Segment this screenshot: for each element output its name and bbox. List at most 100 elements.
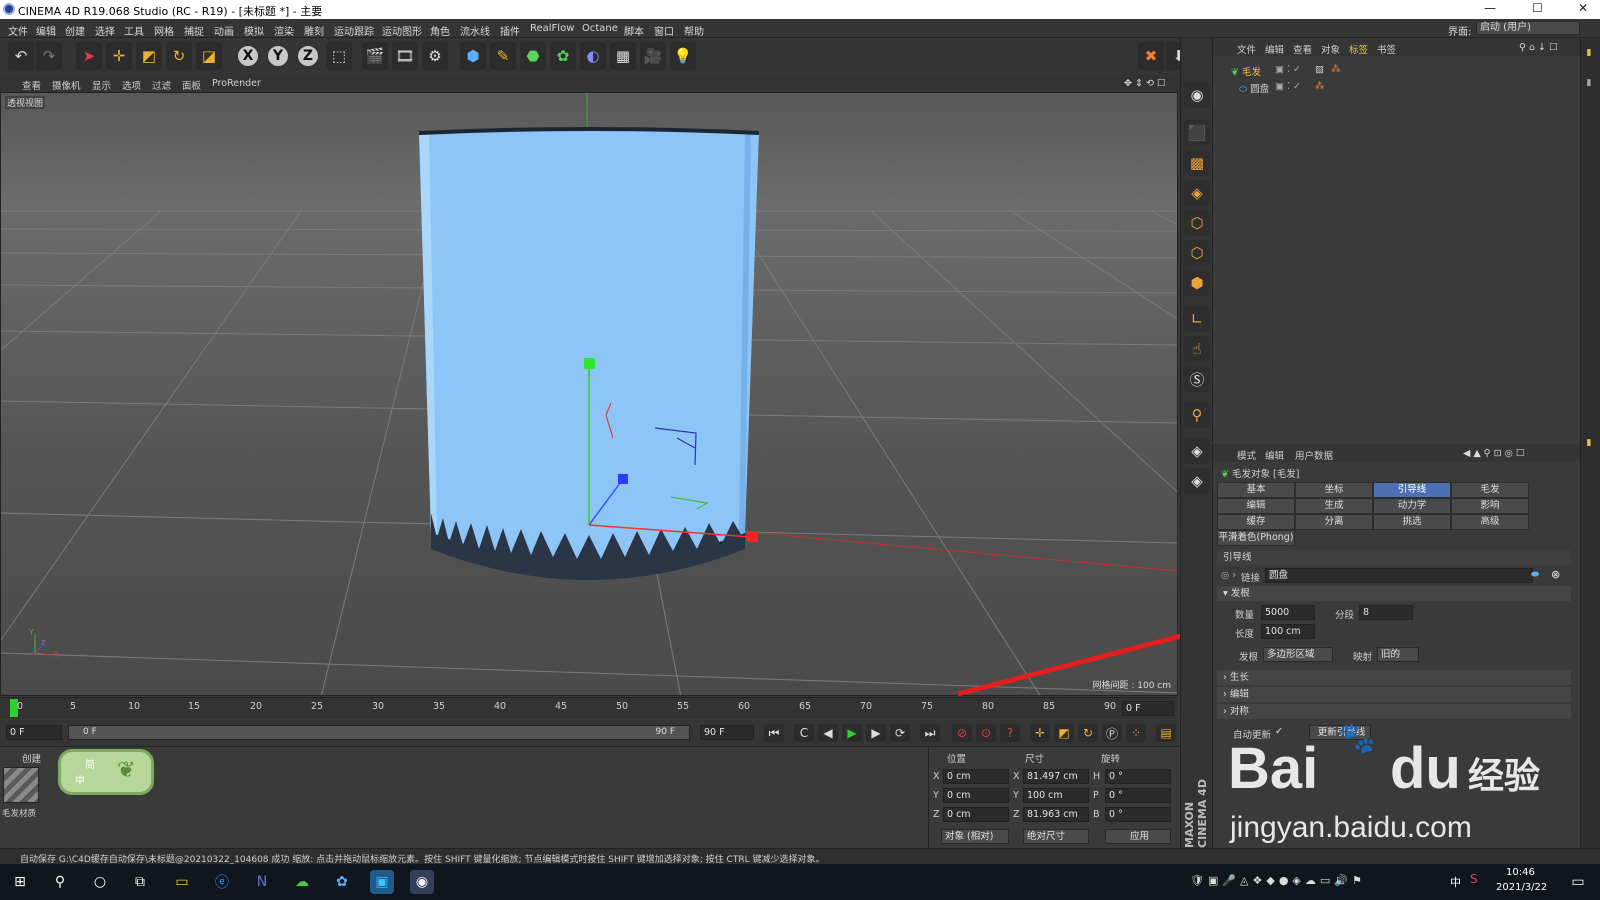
link-field[interactable]: 圆盘 [1265, 568, 1533, 583]
magnet-icon[interactable]: ⚲ [1184, 402, 1210, 428]
menu-edit[interactable]: 编辑 [36, 23, 56, 38]
length-field[interactable]: 100 cm [1261, 624, 1315, 639]
menu-create[interactable]: 创建 [65, 23, 85, 38]
menu-plugins[interactable]: 插件 [500, 23, 520, 38]
rot-b-field[interactable]: 0 ° [1105, 807, 1171, 822]
timeline-window-icon[interactable]: ▤ [1156, 724, 1176, 742]
key-pla-icon[interactable]: ⁘ [1126, 724, 1146, 742]
vp-menu-options[interactable]: 选项 [122, 78, 141, 92]
next-frame-icon[interactable]: ▶ [866, 724, 886, 742]
menu-script[interactable]: 脚本 [624, 23, 644, 38]
tab-basic[interactable]: 基本 [1217, 482, 1295, 498]
menu-animate[interactable]: 动画 [214, 23, 234, 38]
tag-icon[interactable]: ⁂ [1315, 81, 1325, 92]
tab-editing[interactable]: 编辑 [1217, 498, 1295, 514]
go-to-start-icon[interactable]: ⏮ [764, 724, 784, 742]
count-field[interactable]: 5000 [1261, 605, 1315, 620]
previous-frame-icon[interactable]: ◀ [818, 724, 838, 742]
hair-material-swatch[interactable] [3, 767, 39, 803]
segments-field[interactable]: 8 [1359, 605, 1413, 620]
object-row-hair[interactable]: ❦ 毛发 ▣ ⁚ ✓ ▧ ⁂ [1231, 64, 1341, 80]
ime-indicator[interactable]: 中 [1450, 874, 1461, 890]
om-menu-file[interactable]: 文件 [1237, 42, 1256, 56]
menu-sculpt[interactable]: 雕刻 [304, 23, 324, 38]
auto-key-icon[interactable]: ⊙ [976, 724, 996, 742]
am-menu-userdata[interactable]: 用户数据 [1295, 448, 1333, 462]
menu-motion-tracking[interactable]: 运动跟踪 [334, 23, 374, 38]
ime-floating-widget[interactable]: 简 中 ❦ [58, 749, 154, 795]
file-explorer-icon[interactable]: ▭ [170, 870, 194, 894]
side-tab-objects-icon[interactable]: ▮ [1584, 48, 1594, 58]
tweak-mode-icon[interactable]: ☝ [1184, 336, 1210, 362]
mograph-cloner-icon[interactable]: ✿ [550, 42, 576, 70]
start-frame-field[interactable]: 0 F [6, 725, 62, 740]
tab-coordinates[interactable]: 坐标 [1295, 482, 1373, 498]
object-row-disc[interactable]: ⬭ 圆盘 ▣ ⁚ ✓ ⁂ [1239, 81, 1325, 97]
key-parameter-icon[interactable]: Ⓟ [1102, 724, 1122, 742]
menu-window[interactable]: 窗口 [654, 23, 674, 38]
key-position-icon[interactable]: ✛ [1030, 724, 1050, 742]
points-mode-icon[interactable]: ⬡ [1184, 210, 1210, 236]
texture-mode-icon[interactable]: ▩ [1184, 150, 1210, 176]
z-axis-lock-icon[interactable]: Z [296, 44, 320, 68]
size-x-field[interactable]: 81.497 cm [1023, 769, 1089, 784]
viewport-nav-icons[interactable]: ✥ ⇕ ⟲ ☐ [1124, 78, 1165, 89]
system-tray-icons[interactable]: 🛡▣🎤◬❖◆●◈☁▭🔊⚑ [1190, 874, 1366, 887]
radio-icon[interactable]: ◎ › [1221, 570, 1236, 581]
previous-key-icon[interactable]: Ⅽ [794, 724, 814, 742]
rot-p-field[interactable]: 0 ° [1105, 788, 1171, 803]
apply-button[interactable]: 应用 [1105, 829, 1171, 844]
menu-tools[interactable]: 工具 [124, 23, 144, 38]
om-menu-tags[interactable]: 标签 [1349, 42, 1368, 56]
go-to-end-icon[interactable]: ⏭ [920, 724, 940, 742]
x-axis-lock-icon[interactable]: X [236, 44, 260, 68]
clock-time[interactable]: 10:46 [1506, 867, 1535, 878]
tag-icon[interactable]: ⁂ [1331, 64, 1341, 75]
workplane-mode-icon[interactable]: ◈ [1184, 180, 1210, 206]
key-rotation-icon[interactable]: ↻ [1078, 724, 1098, 742]
solo-layer-icon[interactable]: ◈ [1184, 438, 1210, 464]
om-menu-objects[interactable]: 对象 [1321, 42, 1340, 56]
redo-icon[interactable]: ↷ [36, 42, 62, 70]
recent-tool-icon[interactable]: ◪ [196, 42, 222, 70]
object-name[interactable]: 圆盘 [1250, 84, 1269, 95]
mm-menu-create[interactable]: 创建 [22, 751, 41, 765]
root-section[interactable]: ▾ 发根 [1217, 586, 1571, 601]
keyframe-selection-icon[interactable]: ? [1000, 724, 1020, 742]
app-icon-n[interactable]: N [250, 870, 274, 894]
snap-toggle-icon[interactable]: ✖ [1138, 42, 1164, 70]
coordinate-mode-dropdown[interactable]: 对象 (相对) [941, 829, 1009, 844]
menu-character[interactable]: 角色 [430, 23, 450, 38]
vp-menu-display[interactable]: 显示 [92, 78, 111, 92]
windows-start-icon[interactable]: ⊞ [8, 870, 32, 894]
hair-material-tag-icon[interactable]: ▧ [1315, 64, 1324, 75]
edge-browser-icon[interactable]: ⓔ [210, 870, 234, 894]
make-editable-icon[interactable]: ◉ [1184, 82, 1210, 108]
tab-hairs[interactable]: 毛发 [1451, 482, 1529, 498]
size-mode-dropdown[interactable]: 绝对尺寸 [1023, 829, 1089, 844]
axis-mode-icon[interactable]: ∟ [1184, 306, 1210, 332]
vp-menu-panel[interactable]: 面板 [182, 78, 201, 92]
cube-icon[interactable]: ⬢ [460, 42, 486, 70]
model-mode-icon[interactable]: ⬛ [1184, 120, 1210, 146]
maximize-button[interactable]: ☐ [1532, 1, 1543, 15]
size-z-field[interactable]: 81.963 cm [1023, 807, 1089, 822]
app-icon-blue[interactable]: ▣ [370, 870, 394, 894]
mapping-dropdown[interactable]: 旧的 [1377, 647, 1419, 662]
menu-simulate[interactable]: 模拟 [244, 23, 264, 38]
visibility-dots[interactable]: ▣ ⁚ ✓ [1275, 64, 1301, 75]
visibility-dots[interactable]: ▣ ⁚ ✓ [1275, 81, 1301, 92]
select-cursor-icon[interactable]: ➤ [76, 42, 102, 70]
snap-icon[interactable]: Ⓢ [1184, 366, 1210, 392]
size-y-field[interactable]: 100 cm [1023, 788, 1089, 803]
record-keys-icon[interactable]: ⊘ [952, 724, 972, 742]
cinema4d-taskbar-icon[interactable]: ◉ [410, 870, 434, 894]
am-menu-edit[interactable]: 编辑 [1265, 448, 1284, 462]
subdivision-icon[interactable]: ⬣ [520, 42, 546, 70]
perspective-viewport[interactable]: Y X Z 透视视图 网格间距 : 100 cm [0, 92, 1178, 696]
current-frame-field[interactable]: 0 F [1122, 701, 1174, 716]
menu-octane[interactable]: Octane [582, 23, 618, 34]
menu-realflow[interactable]: RealFlow [530, 23, 574, 34]
minimize-button[interactable]: — [1484, 1, 1496, 15]
baidu-netdisk-icon[interactable]: ✿ [330, 870, 354, 894]
